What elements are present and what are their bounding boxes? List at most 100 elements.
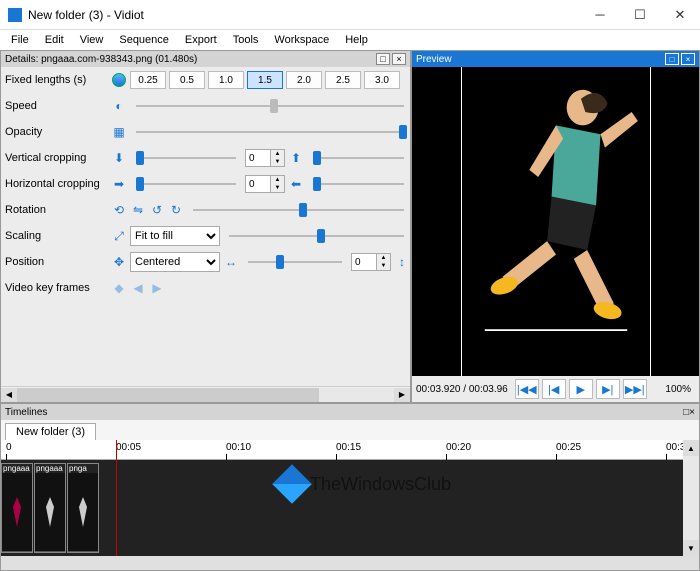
position-mode-select[interactable]: Centered xyxy=(130,252,220,272)
watermark-icon xyxy=(272,464,312,504)
step-forward-button[interactable]: ▶| xyxy=(596,379,620,399)
vcrop-slider-bottom[interactable] xyxy=(313,157,404,159)
speed-slider[interactable] xyxy=(136,105,404,107)
menu-help[interactable]: Help xyxy=(338,32,375,48)
scaling-slider[interactable] xyxy=(229,235,404,237)
keyframe-prev-icon[interactable]: ◀ xyxy=(130,280,146,296)
details-close-icon[interactable]: × xyxy=(392,53,406,65)
window-title: New folder (3) - Vidiot xyxy=(28,8,580,22)
scroll-left-icon[interactable]: ◀ xyxy=(1,388,17,402)
flip-horizontal-icon[interactable]: ⇋ xyxy=(130,202,146,218)
timeline-vertical-scrollbar[interactable]: ▲ ▼ xyxy=(683,440,699,556)
speedometer-icon[interactable]: ◐ xyxy=(111,98,127,114)
ruler-tick: 00:20 xyxy=(446,442,471,453)
maximize-button[interactable]: ☐ xyxy=(620,0,660,30)
rotation-slider[interactable] xyxy=(193,209,404,211)
preview-title: Preview xyxy=(416,54,663,65)
preview-viewport xyxy=(412,67,699,376)
ruler-tick: 00:15 xyxy=(336,442,361,453)
timeline-clip[interactable]: pngaaa xyxy=(1,463,33,553)
menu-file[interactable]: File xyxy=(4,32,36,48)
scaling-mode-select[interactable]: Fit to fill xyxy=(130,226,220,246)
menu-workspace[interactable]: Workspace xyxy=(267,32,336,48)
timeline-clip[interactable]: pngaaa xyxy=(34,463,66,553)
hcrop-label: Horizontal cropping xyxy=(5,178,111,190)
preview-maximize-icon[interactable]: □ xyxy=(665,53,679,65)
length-btn-30[interactable]: 3.0 xyxy=(364,71,400,89)
position-x-value[interactable]: ▲▼ xyxy=(351,253,391,271)
vcrop-value-top[interactable]: ▲▼ xyxy=(245,149,285,167)
go-start-button[interactable]: |◀◀ xyxy=(515,379,539,399)
rotate-reset-icon[interactable]: ⟲ xyxy=(111,202,127,218)
ruler-tick: 00:25 xyxy=(556,442,581,453)
menu-tools[interactable]: Tools xyxy=(226,32,266,48)
length-btn-25[interactable]: 2.5 xyxy=(325,71,361,89)
ruler-tick: 00:10 xyxy=(226,442,251,453)
keyframes-label: Video key frames xyxy=(5,282,111,294)
ruler-tick: 0 xyxy=(6,442,12,453)
scroll-down-icon[interactable]: ▼ xyxy=(683,540,699,556)
length-btn-05[interactable]: 0.5 xyxy=(169,71,205,89)
timelines-title: Timelines xyxy=(5,407,683,418)
watermark: TheWindowsClub xyxy=(278,470,451,498)
position-h-icon[interactable]: ↔ xyxy=(223,254,239,270)
menu-bar: File Edit View Sequence Export Tools Wor… xyxy=(0,30,700,50)
rotate-cw-icon[interactable]: ↻ xyxy=(168,202,184,218)
keyframe-next-icon[interactable]: ▶ xyxy=(149,280,165,296)
position-v-icon[interactable]: ↕ xyxy=(394,254,410,270)
ruler-tick: 00:05 xyxy=(116,442,141,453)
menu-sequence[interactable]: Sequence xyxy=(112,32,176,48)
menu-view[interactable]: View xyxy=(73,32,111,48)
minimize-button[interactable]: ─ xyxy=(580,0,620,30)
rotate-ccw-icon[interactable]: ↺ xyxy=(149,202,165,218)
details-maximize-icon[interactable]: □ xyxy=(376,53,390,65)
move-icon[interactable]: ✥ xyxy=(111,254,127,270)
preview-close-icon[interactable]: × xyxy=(681,53,695,65)
details-horizontal-scrollbar[interactable]: ◀ ▶ xyxy=(1,386,410,402)
preview-panel: Preview □ × xyxy=(411,50,700,403)
keyframe-add-icon[interactable]: ◆ xyxy=(111,280,127,296)
runner-image xyxy=(467,72,645,339)
length-btn-20[interactable]: 2.0 xyxy=(286,71,322,89)
timelines-close-icon[interactable]: × xyxy=(689,407,695,418)
details-header-title: Details: pngaaa.com-938343.png (01.480s) xyxy=(5,54,374,65)
rotation-label: Rotation xyxy=(5,204,111,216)
menu-export[interactable]: Export xyxy=(178,32,224,48)
opacity-label: Opacity xyxy=(5,126,111,138)
close-button[interactable]: ✕ xyxy=(660,0,700,30)
position-label: Position xyxy=(5,256,111,268)
timeline-tab[interactable]: New folder (3) xyxy=(5,423,96,440)
speed-label: Speed xyxy=(5,100,111,112)
length-btn-025[interactable]: 0.25 xyxy=(130,71,166,89)
arrow-up-icon[interactable]: ⬆ xyxy=(288,150,304,166)
timeline-ruler[interactable]: 000:0500:1000:1500:2000:2500:30 xyxy=(1,440,699,460)
arrow-left-icon[interactable]: ⬅ xyxy=(288,176,304,192)
fixed-lengths-label: Fixed lengths (s) xyxy=(5,74,111,86)
arrow-right-icon[interactable]: ➡ xyxy=(111,176,127,192)
preview-frame xyxy=(461,67,651,376)
vcrop-slider-top[interactable] xyxy=(136,157,236,159)
globe-icon[interactable] xyxy=(111,72,127,88)
menu-edit[interactable]: Edit xyxy=(38,32,71,48)
scale-icon[interactable]: ⤢ xyxy=(111,228,127,244)
length-btn-15[interactable]: 1.5 xyxy=(247,71,283,89)
arrow-down-icon[interactable]: ⬇ xyxy=(111,150,127,166)
playhead[interactable] xyxy=(116,440,117,556)
play-button[interactable]: ▶ xyxy=(569,379,593,399)
scroll-right-icon[interactable]: ▶ xyxy=(394,388,410,402)
opacity-icon[interactable]: ▦ xyxy=(111,124,127,140)
hcrop-value-left[interactable]: ▲▼ xyxy=(245,175,285,193)
timeline-footer xyxy=(1,556,699,570)
hcrop-slider-right[interactable] xyxy=(313,183,404,185)
preview-time: 00:03.920 / 00:03.96 xyxy=(416,384,508,395)
watermark-text: TheWindowsClub xyxy=(310,474,451,495)
timeline-clip[interactable]: pnga xyxy=(67,463,99,553)
opacity-slider[interactable] xyxy=(136,131,404,133)
timelines-header: Timelines □ × xyxy=(1,404,699,420)
go-end-button[interactable]: ▶▶| xyxy=(623,379,647,399)
position-x-slider[interactable] xyxy=(248,261,342,263)
step-back-button[interactable]: |◀ xyxy=(542,379,566,399)
scroll-up-icon[interactable]: ▲ xyxy=(683,440,699,456)
length-btn-10[interactable]: 1.0 xyxy=(208,71,244,89)
hcrop-slider-left[interactable] xyxy=(136,183,236,185)
